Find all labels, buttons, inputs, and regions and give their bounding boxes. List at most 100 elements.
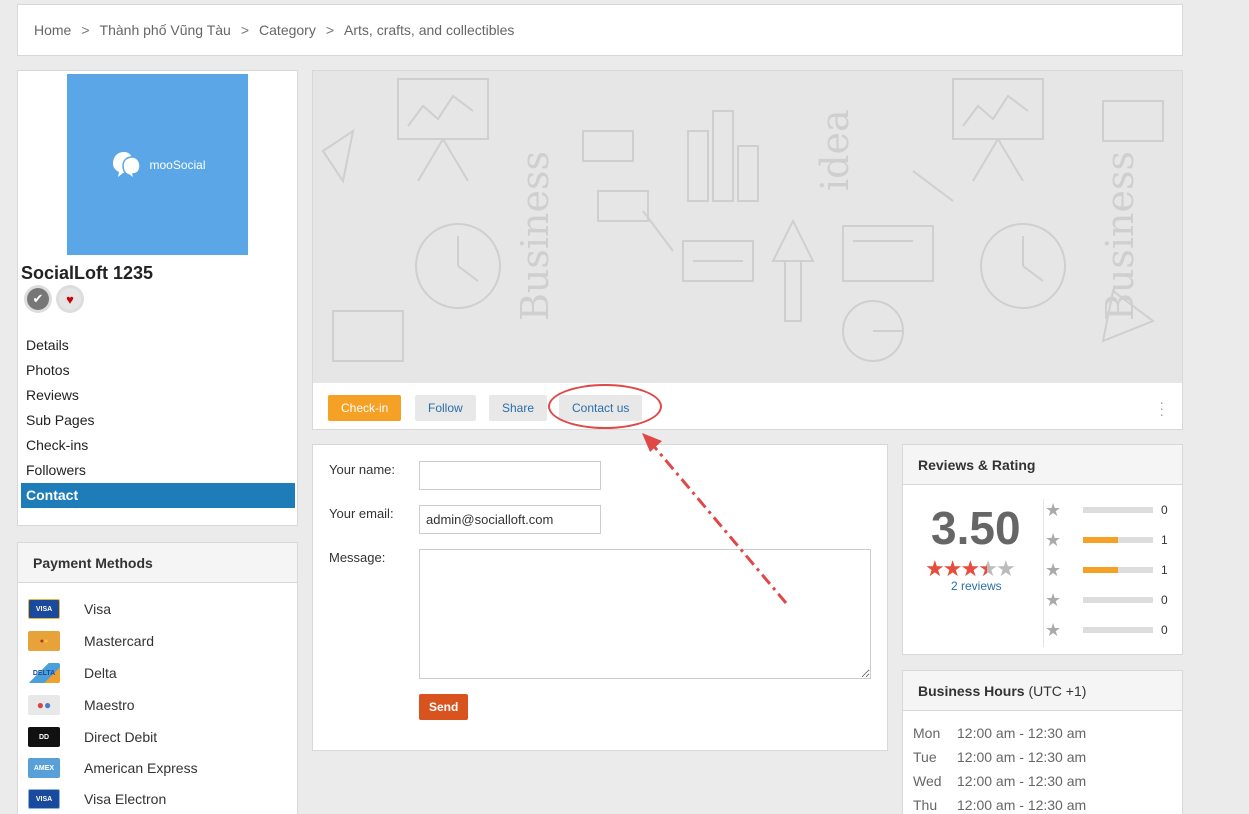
- cover-pattern: Business Business idea: [321, 78, 1164, 362]
- hours-day: Wed: [913, 773, 942, 789]
- hours-row: Wed 12:00 am - 12:30 am: [913, 773, 1086, 789]
- hours-time: 12:00 am - 12:30 am: [957, 773, 1087, 789]
- payment-item: ● ● Maestro: [28, 693, 135, 717]
- breadcrumb-separator: >: [81, 22, 90, 38]
- star-icon: ★: [960, 556, 980, 581]
- message-field[interactable]: [419, 549, 871, 679]
- divider: [1043, 499, 1044, 647]
- breadcrumb-current: Arts, crafts, and collectibles: [344, 22, 515, 38]
- svg-text:idea: idea: [813, 109, 857, 191]
- nav-item-details[interactable]: Details: [21, 333, 295, 358]
- checkin-button[interactable]: Check-in: [328, 395, 402, 421]
- nav-item-sub-pages[interactable]: Sub Pages: [21, 408, 295, 433]
- payment-methods-title: Payment Methods: [18, 543, 297, 583]
- email-label: Your email:: [329, 506, 394, 521]
- heart-icon: ♥: [59, 288, 81, 310]
- delta-card-icon: DELTA: [28, 663, 60, 683]
- rating-count: 1: [1161, 533, 1168, 547]
- star-icon: ★: [995, 556, 1016, 581]
- visa-card-icon: VISA: [28, 599, 60, 619]
- payment-item: VISA Visa: [28, 597, 111, 621]
- payment-methods-card: Payment Methods VISA Visa ● ● Mastercard …: [17, 542, 298, 814]
- rating-bar: [1083, 537, 1153, 543]
- breadcrumb-separator: >: [240, 22, 250, 38]
- hours-day: Mon: [913, 725, 941, 741]
- breadcrumb-separator: >: [325, 22, 335, 38]
- cover-image: Business Business idea: [313, 71, 1182, 383]
- logo-text: mooSocial: [149, 157, 206, 172]
- nav-item-photos[interactable]: Photos: [21, 358, 295, 383]
- maestro-card-icon: ● ●: [28, 695, 60, 715]
- follow-button[interactable]: Follow: [415, 395, 476, 421]
- rating-breakdown-row: ★ 0: [1045, 500, 1168, 520]
- hours-day: Tue: [913, 749, 937, 765]
- hours-row: Tue 12:00 am - 12:30 am: [913, 749, 1086, 765]
- mastercard-card-icon: ● ●: [28, 631, 60, 651]
- favorite-badge[interactable]: ♥: [56, 285, 84, 313]
- hours-time: 12:00 am - 12:30 am: [957, 749, 1087, 765]
- reviews-title: Reviews & Rating: [903, 445, 1182, 485]
- star-icon: ★: [1045, 529, 1062, 550]
- payment-item: ● ● Mastercard: [28, 629, 154, 653]
- rating-bar-fill: [1083, 567, 1118, 573]
- business-hours-header: Business Hours (UTC +1): [903, 671, 1182, 711]
- timezone-label: (UTC +1): [1028, 683, 1087, 699]
- rating-bar: [1083, 627, 1153, 633]
- chat-bubbles-icon: [113, 151, 142, 181]
- breadcrumb-category[interactable]: Category: [259, 22, 316, 38]
- reviews-card: Reviews & Rating 3.50 ★★★★★ 2 reviews ★ …: [902, 444, 1183, 655]
- name-field[interactable]: [419, 461, 601, 490]
- page-title: SocialLoft 1235: [21, 263, 154, 283]
- payment-item: AMEX American Express: [28, 756, 198, 780]
- rating-count: 1: [1161, 563, 1168, 577]
- breadcrumb-home[interactable]: Home: [34, 22, 71, 38]
- profile-card: mooSocial SocialLoft 1235 ✔ ♥ Details Ph…: [17, 70, 298, 526]
- rating-count: 0: [1161, 503, 1168, 517]
- rating-count: 0: [1161, 623, 1168, 637]
- hours-row: Mon 12:00 am - 12:30 am: [913, 725, 1086, 741]
- rating-breakdown-row: ★ 1: [1045, 530, 1168, 550]
- contact-form: Your name: Your email: Message: Send: [312, 444, 888, 751]
- review-count-link[interactable]: 2 reviews: [951, 579, 1002, 593]
- rating-bar-fill: [1083, 537, 1118, 543]
- rating-breakdown-row: ★ 1: [1045, 560, 1168, 580]
- rating-count: 0: [1161, 593, 1168, 607]
- share-button[interactable]: Share: [489, 395, 548, 421]
- star-icon: ★: [1045, 619, 1062, 640]
- nav-item-followers[interactable]: Followers: [21, 458, 295, 483]
- half-star-icon: ★: [978, 556, 998, 581]
- rating-bar: [1083, 597, 1153, 603]
- payment-label: Visa: [84, 601, 111, 617]
- hours-time: 12:00 am - 12:30 am: [957, 797, 1087, 813]
- rating-breakdown-row: ★ 0: [1045, 590, 1168, 610]
- side-nav: Details Photos Reviews Sub Pages Check-i…: [21, 333, 295, 508]
- payment-label: Visa Electron: [84, 791, 167, 807]
- star-icon: ★: [942, 556, 963, 581]
- more-options-icon[interactable]: · · ·: [1159, 395, 1164, 421]
- message-label: Message:: [329, 550, 386, 565]
- rating-bar: [1083, 567, 1153, 573]
- hours-row: Thu 12:00 am - 12:30 am: [913, 797, 1086, 813]
- average-rating: 3.50: [931, 502, 1021, 554]
- svg-text:Business: Business: [1098, 151, 1142, 321]
- nav-item-check-ins[interactable]: Check-ins: [21, 433, 295, 458]
- payment-label: Mastercard: [84, 633, 155, 649]
- payment-label: Delta: [84, 665, 117, 681]
- email-field[interactable]: [419, 505, 601, 534]
- contact-us-button[interactable]: Contact us: [559, 395, 643, 421]
- nav-item-contact[interactable]: Contact: [21, 483, 295, 508]
- breadcrumb: Home > Thành phố Vũng Tàu > Category > A…: [17, 4, 1183, 56]
- breadcrumb-city[interactable]: Thành phố Vũng Tàu: [100, 22, 231, 38]
- hours-time: 12:00 am - 12:30 am: [957, 725, 1087, 741]
- hours-day: Thu: [913, 797, 938, 813]
- nav-item-reviews[interactable]: Reviews: [21, 383, 295, 408]
- send-button[interactable]: Send: [419, 694, 469, 720]
- svg-text:Business: Business: [513, 151, 557, 321]
- page-logo[interactable]: mooSocial: [67, 74, 248, 255]
- amex-card-icon: AMEX: [28, 758, 60, 778]
- star-icon: ★: [1045, 559, 1062, 580]
- payment-item: VISA Visa Electron: [28, 787, 166, 811]
- direct-debit-card-icon: DD: [28, 727, 60, 747]
- payment-item: DD Direct Debit: [28, 725, 157, 749]
- verified-badge: ✔: [24, 285, 52, 313]
